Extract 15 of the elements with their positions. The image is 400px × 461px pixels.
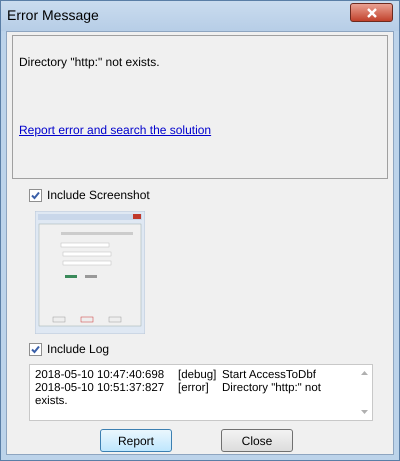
checkbox[interactable]	[29, 188, 42, 202]
dialog-button[interactable]: Report	[100, 429, 172, 452]
window-title: Error Message	[7, 6, 99, 25]
check-icon	[31, 344, 40, 354]
report-error-link[interactable]: Report error and search the solution	[19, 121, 381, 139]
error-message: Directory "http:" not exists.	[19, 54, 161, 71]
log-entry: 2018-05-10 10:47:40:698 [debug] Start AccessToDbf	[35, 369, 317, 382]
checkbox-label[interactable]: Include Log	[47, 340, 110, 358]
dialog-button[interactable]: Close	[221, 429, 293, 452]
close-icon	[366, 8, 376, 18]
checkbox[interactable]	[29, 342, 42, 356]
log-entry: 2018-05-10 10:51:37:827 [error] Directory "http:" not exists.	[35, 382, 322, 408]
close-button[interactable]	[350, 3, 393, 22]
check-icon	[31, 190, 40, 200]
checkbox-label[interactable]: Include Screenshot	[47, 186, 150, 204]
